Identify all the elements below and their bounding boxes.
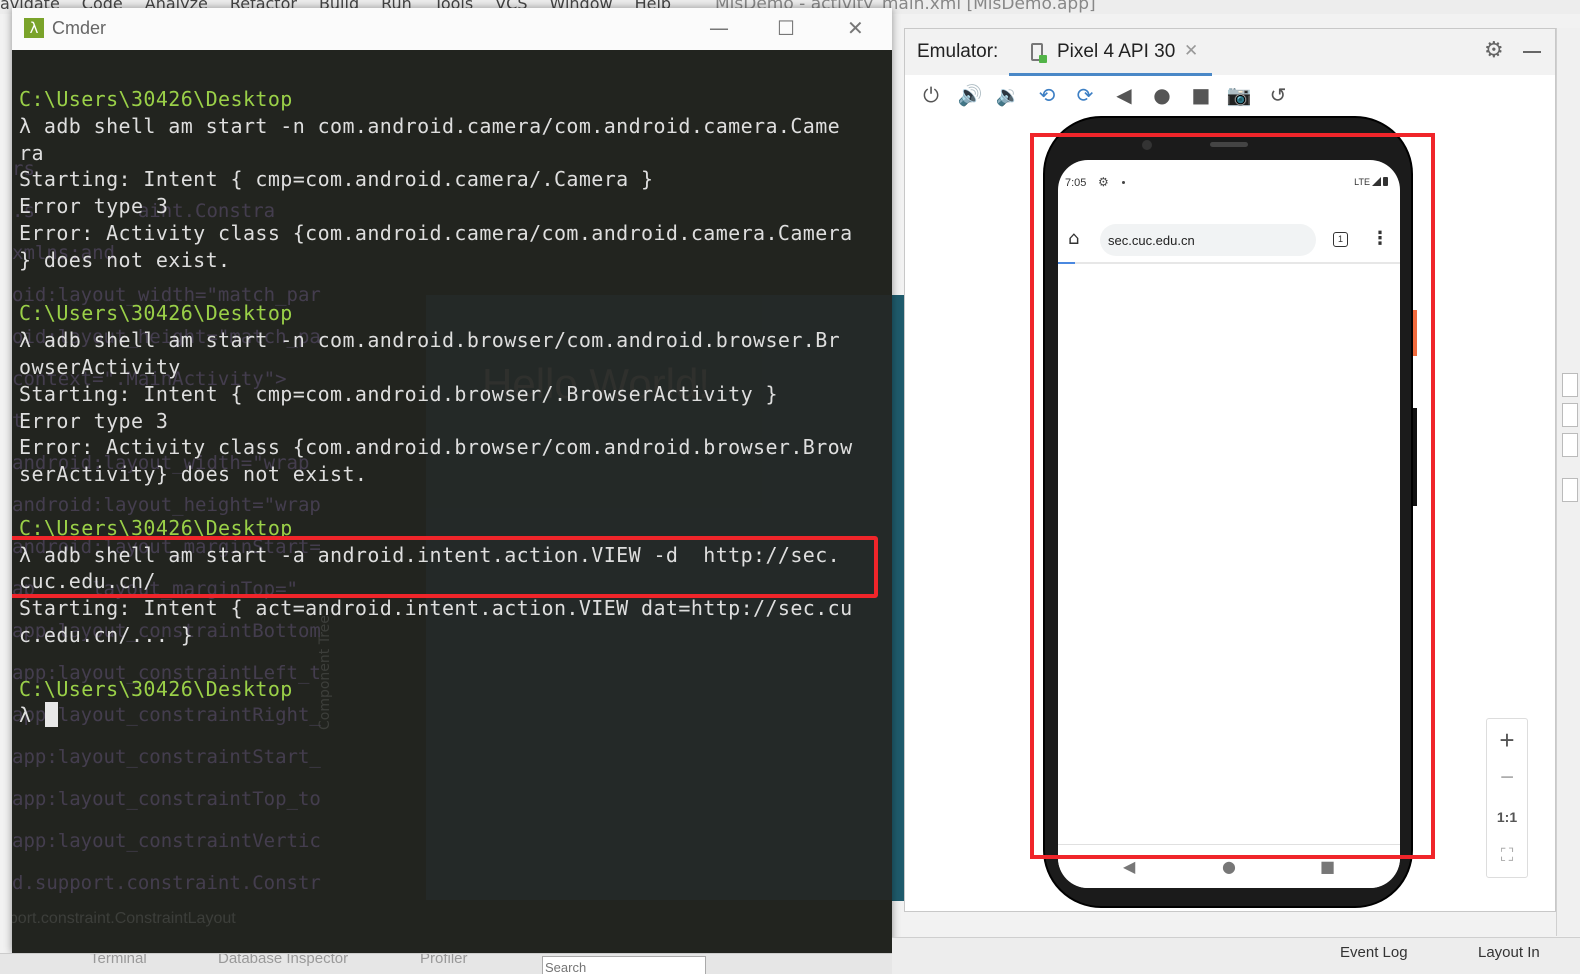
minimize-icon[interactable] <box>1523 51 1541 53</box>
tool-strip-button[interactable] <box>1562 433 1578 457</box>
cmder-window: λ Cmder — ☐ ✕ Hello World! Component Tre… <box>12 8 892 953</box>
ghost-code-line: d.support.constraint.Constr <box>12 872 321 894</box>
volume-down-icon[interactable]: 🔉 <box>992 79 1024 111</box>
terminal-line: Error type 3 <box>19 408 169 433</box>
terminal-line: λ <box>19 703 32 728</box>
device-icon <box>1031 43 1047 63</box>
terminal-line: Error type 3 <box>19 194 169 219</box>
terminal-prompt-path: C:\Users\30426\Desktop <box>19 676 293 701</box>
cmder-title: Cmder <box>52 18 107 38</box>
gear-icon[interactable]: ⚙ <box>1484 38 1504 63</box>
terminal-line: c.edu.cn/... } <box>19 623 194 647</box>
terminal-line: serActivity} does not exist. <box>19 462 368 487</box>
terminal-line: Starting: Intent { cmp=com.android.brows… <box>19 381 778 406</box>
emulator-device-tab[interactable]: Pixel 4 API 30 ✕ <box>1009 35 1212 76</box>
terminal-tab[interactable]: Terminal <box>90 954 147 967</box>
rotate-right-icon[interactable]: ⟳ <box>1069 79 1101 111</box>
rotate-left-icon[interactable]: ⟲ <box>1031 79 1063 111</box>
terminal-line: λ adb shell am start -n com.android.brow… <box>19 328 841 353</box>
layout-inspector-tab[interactable]: Layout In <box>1478 944 1540 961</box>
terminal-line: ra <box>19 140 44 165</box>
emulator-header: Emulator: Pixel 4 API 30 ✕ ⚙ <box>905 29 1555 76</box>
terminal-line: λ adb shell am start -n com.android.came… <box>19 113 841 138</box>
close-button[interactable]: ✕ <box>847 16 864 40</box>
terminal-line: Starting: Intent { cmp=com.android.camer… <box>19 167 654 192</box>
emulator-toolbar: ⏻ 🔊 🔉 ⟲ ⟳ ◀ ● ■ 📷 ↺ <box>905 77 1555 113</box>
ghost-code-line: app:layout_constraintRight_ <box>12 704 321 726</box>
nav-overview-icon[interactable]: ■ <box>1320 857 1335 876</box>
zoom-actual-size-button[interactable]: 1:1 <box>1487 809 1527 825</box>
close-icon[interactable]: ✕ <box>1184 41 1198 61</box>
terminal-prompt-path: C:\Users\30426\Desktop <box>19 301 293 326</box>
ide-status-bar <box>892 937 1580 974</box>
ghost-code-line: app:layout_constraintVertic <box>12 830 321 852</box>
ghost-code-line: android:layout_height="wrap <box>12 494 321 516</box>
ide-bottom-toolbar: Terminal Database Inspector Profiler <box>0 953 892 974</box>
database-inspector-tab[interactable]: Database Inspector <box>218 954 348 967</box>
ide-status-path: pport.constraint.ConstraintLayout <box>12 910 236 927</box>
zoom-in-button[interactable]: + <box>1487 725 1527 756</box>
device-tab-label: Pixel 4 API 30 <box>1057 41 1176 62</box>
terminal-line: } does not exist. <box>19 247 231 272</box>
tool-strip-button[interactable] <box>1562 478 1578 502</box>
back-icon[interactable]: ◀ <box>1108 79 1140 111</box>
design-preview-edge <box>892 295 904 901</box>
nav-home-icon[interactable]: ● <box>1222 857 1236 876</box>
overview-icon[interactable]: ■ <box>1185 79 1217 111</box>
volume-up-icon[interactable]: 🔊 <box>954 79 986 111</box>
ide-right-tool-strip <box>1556 28 1580 936</box>
terminal-line: Error: Activity class {com.android.camer… <box>19 221 853 245</box>
power-icon[interactable]: ⏻ <box>915 79 947 111</box>
command-highlight-box <box>12 536 878 598</box>
event-log-tab[interactable]: Event Log <box>1340 944 1408 961</box>
snapshot-icon[interactable]: ↺ <box>1262 79 1294 111</box>
phone-highlight-box <box>1030 133 1435 859</box>
terminal-prompt-path: C:\Users\30426\Desktop <box>19 87 293 111</box>
terminal-line: Starting: Intent { act=android.intent.ac… <box>19 596 853 621</box>
nav-back-icon[interactable]: ◀ <box>1123 857 1135 876</box>
terminal-output[interactable]: Hello World! Component Tree pport.constr… <box>12 50 892 953</box>
cmder-logo-icon: λ <box>24 18 44 38</box>
tool-strip-button[interactable] <box>1562 373 1578 397</box>
zoom-fit-icon[interactable]: ⛶ <box>1487 845 1527 866</box>
home-icon[interactable]: ● <box>1146 79 1178 111</box>
tool-strip-button[interactable] <box>1562 403 1578 427</box>
maximize-button[interactable]: ☐ <box>777 16 795 40</box>
screenshot-icon[interactable]: 📷 <box>1223 79 1255 111</box>
search-input[interactable] <box>542 956 706 974</box>
emulator-label: Emulator: <box>917 41 999 62</box>
cmder-titlebar: λ Cmder — ☐ ✕ <box>12 8 892 51</box>
terminal-line: owserActivity <box>19 355 181 379</box>
terminal-cursor <box>45 702 58 727</box>
ghost-code-line: app:layout_constraintStart_ <box>12 746 321 768</box>
profiler-tab[interactable]: Profiler <box>420 954 468 967</box>
zoom-out-button[interactable]: − <box>1487 764 1527 792</box>
ghost-code-line: app:layout_constraintTop_to <box>12 788 321 810</box>
minimize-button[interactable]: — <box>709 16 729 40</box>
zoom-controls: + − 1:1 ⛶ <box>1486 718 1528 878</box>
terminal-line: Error: Activity class {com.android.brows… <box>19 435 853 460</box>
